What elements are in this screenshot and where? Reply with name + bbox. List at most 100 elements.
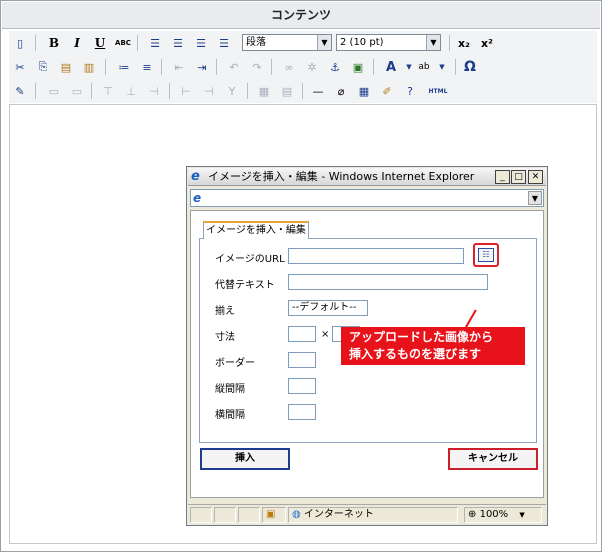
special-character-button[interactable]: Ω bbox=[461, 58, 479, 76]
link-icon[interactable]: ∞ bbox=[280, 58, 298, 76]
alt-text-input[interactable] bbox=[288, 274, 488, 290]
align-right-icon[interactable]: ☰ bbox=[192, 34, 210, 52]
callout-line-1: アップロードした画像から bbox=[349, 330, 494, 344]
undo-icon[interactable]: ↶ bbox=[225, 58, 243, 76]
zone-indicator: ◍ インターネット bbox=[288, 507, 458, 523]
underline-button[interactable]: U bbox=[91, 34, 109, 52]
browse-image-button[interactable]: ☷ bbox=[473, 243, 499, 267]
panel-title: コンテンツ bbox=[2, 2, 600, 29]
chevron-down-icon: ▼ bbox=[519, 511, 525, 519]
horizontal-rule-icon[interactable]: — bbox=[309, 82, 327, 100]
address-bar[interactable]: e ▼ bbox=[190, 189, 544, 207]
outdent-icon[interactable]: ⇤ bbox=[170, 58, 188, 76]
toolbar-separator bbox=[449, 35, 450, 51]
insert-table-icon[interactable]: ▦ bbox=[355, 82, 373, 100]
cancel-button[interactable]: キャンセル bbox=[448, 448, 538, 470]
html-source-button[interactable]: HTML bbox=[425, 82, 451, 100]
width-input[interactable] bbox=[288, 326, 316, 342]
subscript-icon[interactable]: x₂ bbox=[455, 34, 473, 52]
toolbar-separator bbox=[455, 59, 456, 75]
annotation-callout: アップロードした画像から 挿入するものを選びます bbox=[341, 327, 525, 365]
delete-col-icon[interactable]: Y bbox=[223, 82, 241, 100]
format-select-value: 段落 bbox=[246, 37, 266, 48]
dialog-title-bar[interactable]: e イメージを挿入・編集 - Windows Internet Explorer… bbox=[188, 168, 546, 186]
toolbar-separator bbox=[271, 59, 272, 75]
ie-page-icon: e bbox=[193, 191, 202, 205]
toolbar-separator bbox=[35, 83, 36, 99]
content-editor-panel: コンテンツ ▯ B I U ABC ☰ ☰ ☰ ☰ 段落 ▼ 2 (10 pt)… bbox=[0, 0, 602, 552]
hspace-input[interactable] bbox=[288, 404, 316, 420]
insert-row-after-icon[interactable]: ⊥ bbox=[122, 82, 140, 100]
zoom-icon: ⊕ bbox=[468, 509, 477, 520]
redo-icon[interactable]: ↷ bbox=[248, 58, 266, 76]
anchor-icon[interactable]: ⚓ bbox=[326, 58, 344, 76]
lock-icon: ▣ bbox=[262, 507, 286, 523]
border-input[interactable] bbox=[288, 352, 316, 368]
align-center-icon[interactable]: ☰ bbox=[169, 34, 187, 52]
close-icon[interactable]: ✕ bbox=[528, 170, 543, 184]
font-size-select-value: 2 (10 pt) bbox=[340, 37, 384, 48]
new-document-icon[interactable]: ▯ bbox=[11, 34, 29, 52]
unlink-icon[interactable]: ✲ bbox=[303, 58, 321, 76]
toolbar-separator bbox=[373, 59, 374, 75]
editor-toolbar: ▯ B I U ABC ☰ ☰ ☰ ☰ 段落 ▼ 2 (10 pt) ▼ x₂ … bbox=[9, 31, 597, 103]
toolbar-separator bbox=[302, 83, 303, 99]
chevron-down-icon[interactable]: ▼ bbox=[433, 58, 451, 76]
insert-button[interactable]: 挿入 bbox=[200, 448, 290, 470]
align-justify-icon[interactable]: ☰ bbox=[215, 34, 233, 52]
callout-line-2: 挿入するものを選びます bbox=[349, 347, 482, 361]
zoom-value: 100% bbox=[479, 509, 509, 520]
align-left-icon[interactable]: ☰ bbox=[146, 34, 164, 52]
cleanup-icon[interactable]: ✐ bbox=[378, 82, 396, 100]
insert-image-icon[interactable]: ▣ bbox=[349, 58, 367, 76]
superscript-icon[interactable]: x² bbox=[478, 34, 496, 52]
vspace-input[interactable] bbox=[288, 378, 316, 394]
toolbar-separator bbox=[247, 83, 248, 99]
table-row-props-icon[interactable]: ▭ bbox=[45, 82, 63, 100]
strikethrough-button[interactable]: ABC bbox=[114, 34, 132, 52]
vspace-label: 縦間隔 bbox=[215, 384, 245, 395]
highlight-color-icon[interactable]: ab bbox=[415, 58, 433, 76]
insert-col-after-icon[interactable]: ⊣ bbox=[200, 82, 218, 100]
help-icon[interactable]: ? bbox=[401, 82, 419, 100]
indent-icon[interactable]: ⇥ bbox=[193, 58, 211, 76]
chevron-down-icon[interactable]: ▼ bbox=[528, 191, 542, 205]
insert-row-before-icon[interactable]: ⊤ bbox=[99, 82, 117, 100]
hspace-label: 横間隔 bbox=[215, 410, 245, 421]
merge-cells-icon[interactable]: ▤ bbox=[278, 82, 296, 100]
chevron-down-icon: ▼ bbox=[426, 35, 440, 50]
insert-col-before-icon[interactable]: ⊢ bbox=[177, 82, 195, 100]
zoom-control[interactable]: ⊕ 100% ▼ bbox=[464, 507, 542, 523]
align-select[interactable]: --デフォルト-- bbox=[288, 300, 368, 316]
numbered-list-icon[interactable]: ≡ bbox=[138, 58, 156, 76]
globe-icon: ◍ bbox=[292, 509, 301, 520]
image-url-input[interactable] bbox=[288, 248, 464, 264]
font-size-select[interactable]: 2 (10 pt) ▼ bbox=[336, 34, 441, 51]
format-select[interactable]: 段落 ▼ bbox=[242, 34, 332, 51]
ie-logo-icon: e bbox=[191, 169, 200, 184]
bold-button[interactable]: B bbox=[45, 34, 63, 52]
maximize-icon[interactable]: □ bbox=[511, 170, 526, 184]
italic-button[interactable]: I bbox=[68, 34, 86, 52]
insert-image-dialog: e イメージを挿入・編集 - Windows Internet Explorer… bbox=[186, 166, 548, 526]
toolbar-separator bbox=[35, 35, 36, 51]
paste-icon[interactable]: ▤ bbox=[57, 58, 75, 76]
font-color-icon[interactable]: A bbox=[382, 58, 400, 76]
cut-icon[interactable]: ✂ bbox=[11, 58, 29, 76]
toolbar-separator bbox=[169, 83, 170, 99]
image-list-icon: ☷ bbox=[478, 248, 494, 262]
edit-icon[interactable]: ✎ bbox=[11, 82, 29, 100]
tab-insert-image[interactable]: イメージを挿入・編集 bbox=[203, 221, 309, 239]
bullet-list-icon[interactable]: ≔ bbox=[115, 58, 133, 76]
toolbar-separator bbox=[161, 59, 162, 75]
minimize-icon[interactable]: _ bbox=[495, 170, 510, 184]
status-bar: ▣ ◍ インターネット ⊕ 100% ▼ bbox=[188, 504, 546, 524]
delete-row-icon[interactable]: ⊣ bbox=[145, 82, 163, 100]
align-label: 揃え bbox=[215, 306, 235, 317]
split-cells-icon[interactable]: ▦ bbox=[255, 82, 273, 100]
remove-format-icon[interactable]: ⌀ bbox=[332, 82, 350, 100]
copy-icon[interactable]: ⎘ bbox=[34, 58, 52, 76]
table-cell-props-icon[interactable]: ▭ bbox=[68, 82, 86, 100]
toolbar-separator bbox=[105, 59, 106, 75]
paste-text-icon[interactable]: ▥ bbox=[80, 58, 98, 76]
